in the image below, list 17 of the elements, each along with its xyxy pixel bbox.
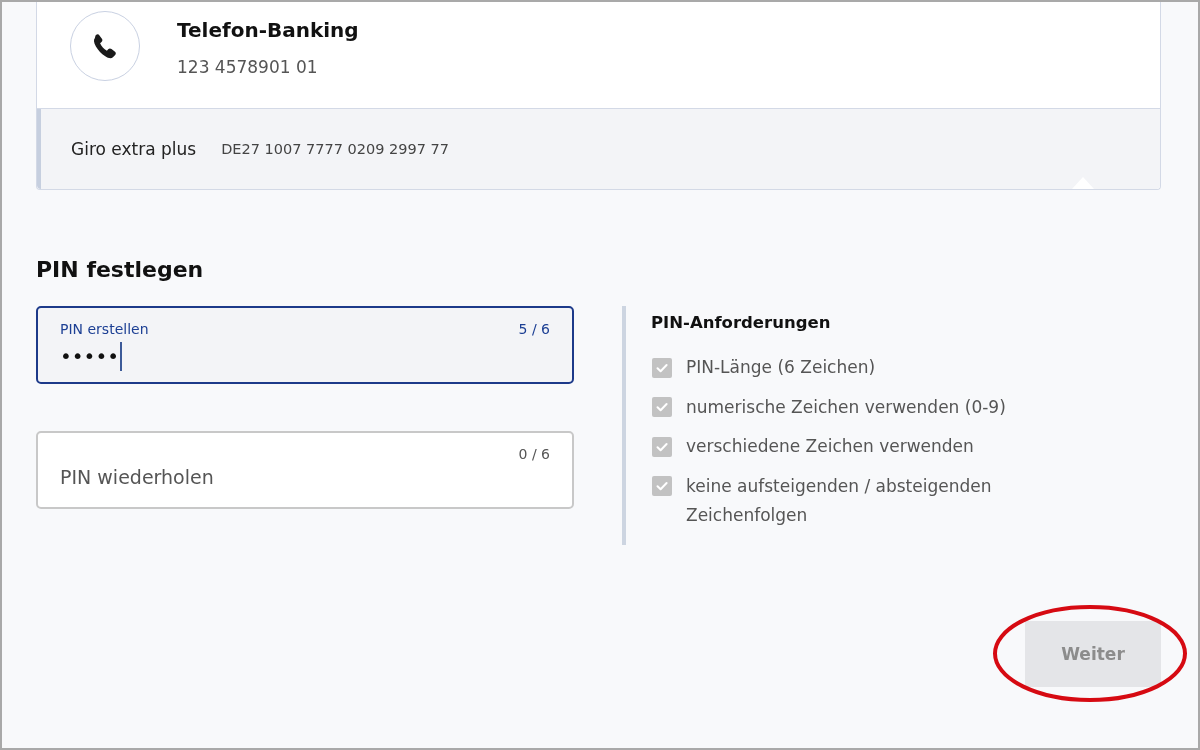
field-label: PIN erstellen <box>60 320 150 338</box>
pin-input-field[interactable]: PIN erstellen 5 / 6 ••••• <box>36 306 574 384</box>
text-cursor-icon <box>120 341 122 371</box>
requirement-text: verschiedene Zeichen verwenden <box>686 435 974 458</box>
masked-pin-value: ••••• <box>60 343 119 370</box>
section-title: PIN festlegen <box>36 256 205 284</box>
requirement-text: PIN-Länge (6 Zeichen) <box>686 356 876 379</box>
character-counter: 0 / 6 <box>518 445 550 463</box>
card-title: Telefon-Banking <box>177 17 359 43</box>
requirement-text: numerische Zeichen verwenden (0-9) <box>686 395 1006 419</box>
iban-text: DE27 1007 7777 0209 2997 77 <box>221 141 450 157</box>
phone-icon <box>70 11 140 81</box>
requirements-title: PIN-Anforderungen <box>651 312 832 334</box>
requirement-text: keine aufsteigenden / absteigenden Zeichenfolgen <box>686 474 993 527</box>
phone-number: 123 4578901 01 <box>177 56 319 79</box>
character-counter: 5 / 6 <box>518 320 550 338</box>
account-name: Giro extra plus <box>71 139 197 159</box>
